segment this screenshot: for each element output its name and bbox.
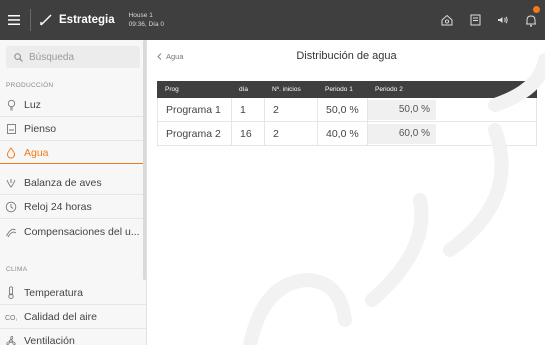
compensation-icon <box>5 226 17 238</box>
sidebar-item-label: Luz <box>24 98 41 111</box>
sidebar-item-reloj[interactable]: Reloj 24 horas <box>0 195 146 218</box>
sidebar-item-label: Compensaciones del u... <box>24 225 140 238</box>
column-header-dia: día <box>239 86 249 93</box>
home-icon <box>441 14 453 26</box>
hamburger-icon <box>8 15 20 25</box>
report-button[interactable] <box>461 0 489 40</box>
sidebar-item-label: Agua <box>24 146 49 159</box>
sidebar-item-label: Ventilación <box>24 334 75 345</box>
feed-icon <box>5 123 17 135</box>
sidebar-item-label: Pienso <box>24 122 57 135</box>
section-climate: CLIMA <box>6 266 28 273</box>
search-input[interactable] <box>29 51 129 63</box>
search-box[interactable] <box>6 46 140 68</box>
table-row[interactable]: Programa 2 16 2 40,0 % 60,0 % <box>157 122 537 146</box>
air-quality-icon: CO₂ <box>5 311 17 323</box>
sound-button[interactable] <box>489 0 517 40</box>
svg-text:CO₂: CO₂ <box>5 315 17 322</box>
bird-scale-icon <box>5 177 17 189</box>
cell-dia[interactable]: 16 <box>232 122 265 145</box>
cell-periodo2: 50,0 % <box>368 99 436 120</box>
cell-prog: Programa 2 <box>158 122 232 145</box>
sidebar-item-temperatura[interactable]: Temperatura <box>0 281 146 304</box>
sidebar-item-ventilacion[interactable]: Ventilación <box>0 329 146 345</box>
sidebar-divider <box>0 218 146 219</box>
cell-prog: Programa 1 <box>158 98 232 121</box>
cell-dia[interactable]: 1 <box>232 98 265 121</box>
water-distribution-table: Prog día Nº. inicios Periodo 1 Periodo 2… <box>157 81 537 146</box>
app-title: Estrategia <box>59 14 115 26</box>
cell-periodo2-wrap: 60,0 % <box>368 122 438 145</box>
cell-periodo2: 60,0 % <box>368 123 436 144</box>
section-production: PRODUCCIÓN <box>6 82 54 89</box>
thermometer-icon <box>5 286 17 299</box>
table-row[interactable]: Programa 1 1 2 50,0 % 50,0 % <box>157 98 537 122</box>
cell-inicios[interactable]: 2 <box>265 98 318 121</box>
sidebar-item-label: Temperatura <box>24 286 83 299</box>
sidebar: PRODUCCIÓN Luz Pienso Agua Balanza de av… <box>0 40 147 345</box>
document-icon <box>470 14 480 26</box>
column-header-periodo1: Periodo 1 <box>325 86 353 93</box>
sidebar-item-label: Balanza de aves <box>24 176 102 189</box>
page-title: Distribución de agua <box>296 50 397 62</box>
sidebar-item-luz[interactable]: Luz <box>0 93 146 116</box>
speaker-icon <box>498 16 508 24</box>
ventilation-icon <box>5 335 17 345</box>
menu-button[interactable] <box>0 0 28 40</box>
cell-periodo1[interactable]: 40,0 % <box>318 122 368 145</box>
strategy-icon <box>37 11 55 29</box>
bell-icon <box>526 14 536 27</box>
sidebar-scrollbar[interactable] <box>143 40 146 280</box>
sidebar-item-balanza[interactable]: Balanza de aves <box>0 171 146 194</box>
search-icon <box>14 52 23 62</box>
bulb-icon <box>5 99 17 111</box>
column-header-inicios: Nº. inicios <box>272 86 301 93</box>
alarm-badge <box>533 6 540 13</box>
header-divider <box>30 9 31 31</box>
main-content: Agua Distribución de agua Prog día Nº. i… <box>148 40 545 345</box>
sidebar-item-pienso[interactable]: Pienso <box>0 117 146 140</box>
sidebar-item-label: Reloj 24 horas <box>24 200 92 213</box>
sidebar-item-agua[interactable]: Agua <box>0 141 146 164</box>
table-header: Prog día Nº. inicios Periodo 1 Periodo 2 <box>157 81 537 98</box>
sidebar-item-compensaciones[interactable]: Compensaciones del u... <box>0 220 146 243</box>
top-bar: Estrategia House 1 09:36, Día 0 <box>0 0 545 40</box>
alarm-button[interactable] <box>517 0 545 40</box>
house-time: 09:36, Día 0 <box>128 21 165 28</box>
cell-periodo1[interactable]: 50,0 % <box>318 98 368 121</box>
water-drop-icon <box>5 146 17 159</box>
house-info[interactable]: House 1 09:36, Día 0 <box>129 11 164 29</box>
column-header-periodo2: Periodo 2 <box>375 86 403 93</box>
column-header-prog: Prog <box>165 86 179 93</box>
clock-icon <box>5 201 17 213</box>
cell-inicios[interactable]: 2 <box>265 122 318 145</box>
sidebar-item-label: Calidad del aire <box>24 310 97 323</box>
house-name: House 1 <box>128 12 153 19</box>
home-button[interactable] <box>433 0 461 40</box>
cell-periodo2-wrap: 50,0 % <box>368 98 438 121</box>
sidebar-item-calidad-aire[interactable]: CO₂ Calidad del aire <box>0 305 146 328</box>
